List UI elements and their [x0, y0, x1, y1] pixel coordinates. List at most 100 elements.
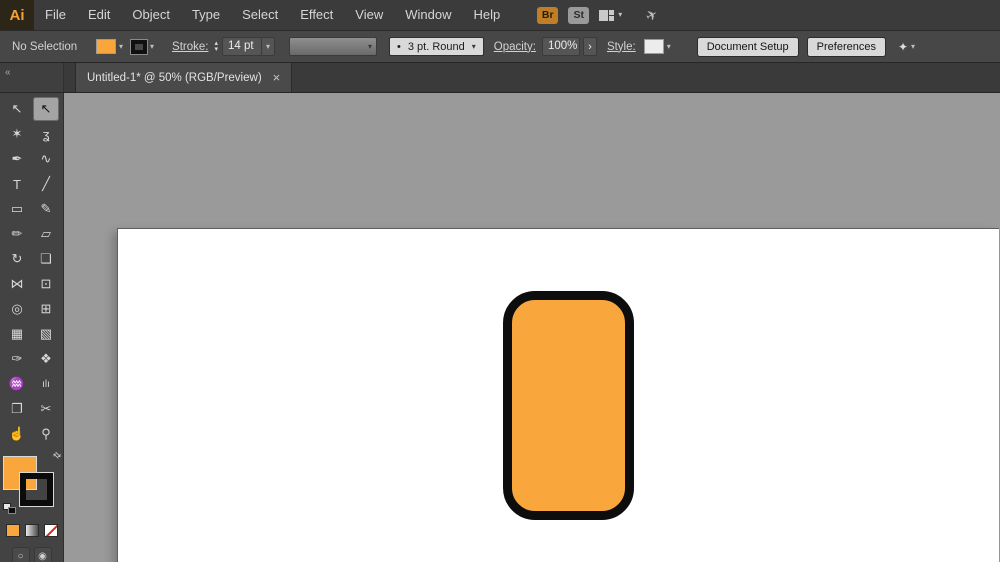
opacity-panel-arrow[interactable]: ›: [583, 37, 597, 56]
draw-normal-button[interactable]: ○: [12, 547, 30, 562]
main-area: ↖ ↖ ✶ ʓ ✒ ∿ T ╱ ▭ ✎ ✏ ▱ ↻ ❏ ⋈ ⊡ ◎ ⊞ ▦ ▧: [0, 93, 1000, 562]
pen-tool[interactable]: ✒: [4, 147, 30, 171]
tools-panel: ↖ ↖ ✶ ʓ ✒ ∿ T ╱ ▭ ✎ ✏ ▱ ↻ ❏ ⋈ ⊡ ◎ ⊞ ▦ ▧: [0, 93, 64, 562]
style-swatch: [644, 39, 664, 54]
perspective-grid-tool[interactable]: ⊞: [33, 297, 59, 321]
artboard-tool[interactable]: ❐: [4, 397, 30, 421]
gradient-tool[interactable]: ▧: [33, 322, 59, 346]
rotate-tool-icon: ↻: [12, 251, 23, 267]
swap-fill-stroke-icon[interactable]: ⇄: [50, 449, 63, 462]
tools-grid: ↖ ↖ ✶ ʓ ✒ ∿ T ╱ ▭ ✎ ✏ ▱ ↻ ❏ ⋈ ⊡ ◎ ⊞ ▦ ▧: [4, 97, 59, 446]
opacity-input[interactable]: 100%: [542, 37, 580, 56]
lasso-tool[interactable]: ʓ: [33, 122, 59, 146]
stroke-label[interactable]: Stroke:: [172, 41, 208, 53]
free-transform-tool[interactable]: ⊡: [33, 272, 59, 296]
lasso-tool-icon: ʓ: [42, 127, 49, 142]
pencil-tool[interactable]: ✏: [4, 222, 30, 246]
brush-definition-dropdown[interactable]: ▾: [289, 37, 377, 56]
document-tab-title: Untitled-1* @ 50% (RGB/Preview): [87, 72, 262, 84]
column-graph-tool[interactable]: ılı: [33, 372, 59, 396]
color-mode-buttons: [6, 524, 58, 537]
curvature-tool[interactable]: ∿: [33, 147, 59, 171]
tab-close-icon[interactable]: ×: [273, 71, 281, 84]
stroke-proxy[interactable]: [20, 473, 53, 506]
arrange-documents-icon: [599, 10, 614, 21]
chevron-down-icon: ▾: [150, 43, 154, 51]
rotate-tool[interactable]: ↻: [4, 247, 30, 271]
eraser-tool[interactable]: ▱: [33, 222, 59, 246]
default-fill-stroke-icon[interactable]: [3, 503, 16, 514]
control-bar: No Selection ▾ ▾ Stroke: ▴ ▾ 14 pt ▾ ▾ •…: [0, 30, 1000, 63]
draw-behind-button[interactable]: ◉: [34, 547, 52, 562]
type-tool[interactable]: T: [4, 172, 30, 196]
fill-color-control[interactable]: ▾: [96, 39, 123, 54]
width-tool[interactable]: ⋈: [4, 272, 30, 296]
arrange-documents-button[interactable]: ▾: [599, 10, 622, 21]
zoom-tool-icon: ⚲: [41, 426, 51, 442]
document-tab-bar: « Untitled-1* @ 50% (RGB/Preview) ×: [0, 63, 1000, 93]
none-button[interactable]: [44, 524, 58, 537]
stock-button[interactable]: St: [568, 7, 589, 24]
selection-tool[interactable]: ↖: [4, 97, 30, 121]
mesh-tool[interactable]: ▦: [4, 322, 30, 346]
eyedropper-tool-icon: ✑: [12, 351, 23, 367]
variable-width-profile-dropdown[interactable]: • 3 pt. Round ▾: [389, 37, 484, 56]
selection-status: No Selection: [12, 41, 96, 53]
mesh-tool-icon: ▦: [11, 326, 23, 342]
symbol-sprayer-tool[interactable]: ♒: [4, 372, 30, 396]
fill-stroke-control: ⇄: [3, 454, 61, 512]
line-segment-tool[interactable]: ╱: [33, 172, 59, 196]
stepper-down-icon[interactable]: ▾: [214, 47, 218, 53]
stroke-swatch: [131, 40, 147, 54]
canvas[interactable]: [64, 93, 1000, 562]
opacity-label[interactable]: Opacity:: [494, 41, 536, 53]
document-tab[interactable]: Untitled-1* @ 50% (RGB/Preview) ×: [75, 63, 292, 92]
select-similar-control[interactable]: ✦ ▾: [898, 40, 915, 54]
type-tool-icon: T: [13, 177, 21, 192]
slice-tool[interactable]: ✂: [33, 397, 59, 421]
blend-tool-icon: ❖: [40, 351, 52, 367]
paintbrush-tool[interactable]: ✎: [33, 197, 59, 221]
menu-help[interactable]: Help: [462, 0, 511, 30]
stroke-weight-dropdown[interactable]: ▾: [262, 37, 275, 56]
direct-selection-tool[interactable]: ↖: [33, 97, 59, 121]
menu-window[interactable]: Window: [394, 0, 462, 30]
menu-effect[interactable]: Effect: [289, 0, 344, 30]
zoom-tool[interactable]: ⚲: [33, 422, 59, 446]
artboard[interactable]: [117, 228, 999, 562]
menu-file[interactable]: File: [34, 0, 77, 30]
rectangle-tool[interactable]: ▭: [4, 197, 30, 221]
hand-tool[interactable]: ☝: [4, 422, 30, 446]
menu-bar: Ai File Edit Object Type Select Effect V…: [0, 0, 1000, 30]
style-dropdown[interactable]: ▾: [642, 39, 671, 54]
stroke-color-control[interactable]: ▾: [131, 40, 154, 54]
gradient-button[interactable]: [25, 524, 39, 537]
rounded-rectangle-shape[interactable]: [503, 291, 634, 520]
style-label[interactable]: Style:: [607, 41, 636, 53]
color-button[interactable]: [6, 524, 20, 537]
menu-type[interactable]: Type: [181, 0, 231, 30]
magic-wand-tool[interactable]: ✶: [4, 122, 30, 146]
panel-collapse-button[interactable]: «: [0, 63, 64, 92]
gpu-performance-icon[interactable]: ✈: [643, 5, 661, 26]
menu-object[interactable]: Object: [121, 0, 181, 30]
scale-tool[interactable]: ❏: [33, 247, 59, 271]
perspective-grid-tool-icon: ⊞: [41, 301, 52, 317]
eyedropper-tool[interactable]: ✑: [4, 347, 30, 371]
paintbrush-tool-icon: ✎: [41, 201, 52, 217]
menu-view[interactable]: View: [344, 0, 394, 30]
menu-edit[interactable]: Edit: [77, 0, 121, 30]
stroke-weight-stepper[interactable]: ▴ ▾: [214, 41, 218, 53]
shape-builder-tool[interactable]: ◎: [4, 297, 30, 321]
chevron-down-icon: ▾: [911, 43, 915, 51]
bridge-button[interactable]: Br: [537, 7, 558, 24]
illustrator-window: Ai File Edit Object Type Select Effect V…: [0, 0, 1000, 562]
stroke-weight-input[interactable]: 14 pt: [222, 37, 262, 56]
document-setup-button[interactable]: Document Setup: [697, 37, 799, 57]
menu-select[interactable]: Select: [231, 0, 289, 30]
selection-tool-icon: ↖: [12, 101, 23, 117]
blend-tool[interactable]: ❖: [33, 347, 59, 371]
chevron-down-icon: ▾: [667, 43, 671, 51]
preferences-button[interactable]: Preferences: [807, 37, 886, 57]
width-tool-icon: ⋈: [11, 276, 24, 292]
